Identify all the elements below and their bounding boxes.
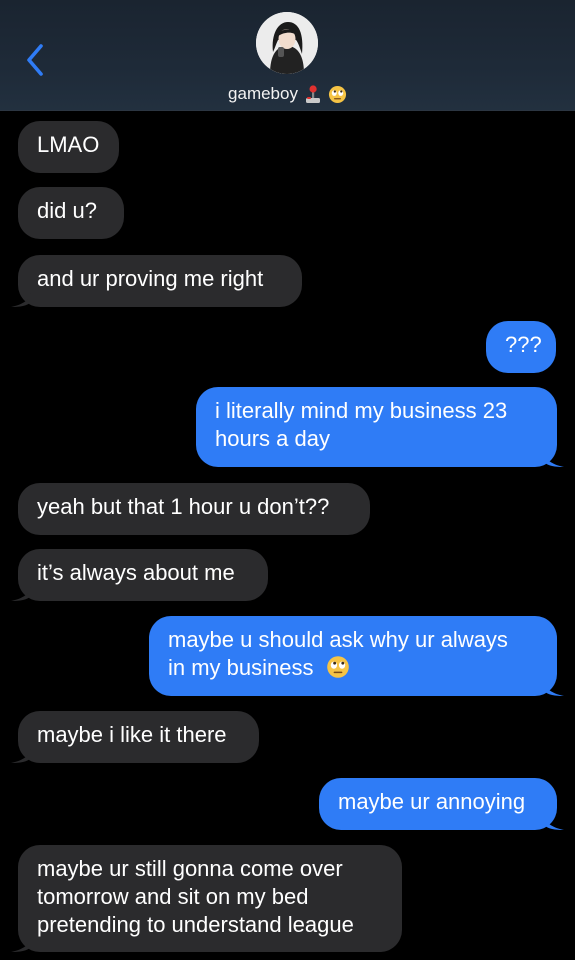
message-bubble-outgoing[interactable]: ???: [486, 321, 556, 373]
message-bubble-incoming[interactable]: it’s always about me: [11, 549, 268, 601]
message-bubble-outgoing[interactable]: maybe u should ask why ur always in my b…: [149, 616, 564, 696]
message-text-line: i literally mind my business 23: [215, 398, 508, 423]
message-text-line: hours a day: [215, 426, 330, 451]
eye-roll-emoji-icon: [328, 85, 347, 103]
message-bubble-incoming[interactable]: yeah but that 1 hour u don’t??: [18, 483, 370, 535]
message-text: maybe i like it there: [37, 722, 227, 747]
message-text: yeah but that 1 hour u don’t??: [37, 494, 330, 519]
message-text: it’s always about me: [37, 560, 235, 585]
message-bubble-incoming[interactable]: LMAO: [18, 121, 119, 173]
contact-avatar[interactable]: [256, 12, 318, 74]
contact-name-row[interactable]: gameboy: [0, 82, 575, 106]
message-bubble-incoming[interactable]: maybe i like it there: [11, 711, 259, 763]
message-text: did u?: [37, 198, 97, 223]
chevron-left-icon: [27, 44, 43, 76]
bubble-tail: [544, 453, 564, 467]
message-text-line: maybe ur still gonna come over: [37, 856, 343, 881]
conversation-header: gameboy: [0, 0, 575, 111]
joystick-emoji-icon: [305, 85, 320, 103]
message-bubble-outgoing[interactable]: maybe ur annoying: [319, 778, 564, 830]
message-text: and ur proving me right: [37, 266, 264, 291]
bubble-tail: [544, 682, 564, 696]
message-bubble-incoming[interactable]: and ur proving me right: [11, 255, 302, 307]
eye-roll-emoji-icon: [326, 656, 349, 678]
message-text-line: in my business: [168, 655, 314, 680]
message-text-line: tomorrow and sit on my bed: [37, 884, 309, 909]
bubble-tail: [11, 749, 31, 763]
message-text: ???: [505, 332, 542, 357]
message-bubble-incoming[interactable]: did u?: [18, 187, 124, 239]
message-text-line: pretending to understand league: [37, 912, 354, 937]
bubble-tail: [11, 938, 31, 952]
message-bubble-incoming[interactable]: maybe ur still gonna come over tomorrow …: [11, 845, 402, 952]
message-bubble-outgoing[interactable]: i literally mind my business 23 hours a …: [196, 387, 564, 467]
message-text: LMAO: [37, 132, 100, 157]
back-button[interactable]: [20, 40, 50, 80]
contact-name: gameboy: [228, 84, 298, 103]
bubble-tail: [11, 587, 31, 601]
message-text: maybe ur annoying: [338, 789, 526, 814]
bubble-tail: [11, 293, 31, 307]
bubble-tail: [544, 816, 564, 830]
message-text-line: maybe u should ask why ur always: [168, 627, 508, 652]
